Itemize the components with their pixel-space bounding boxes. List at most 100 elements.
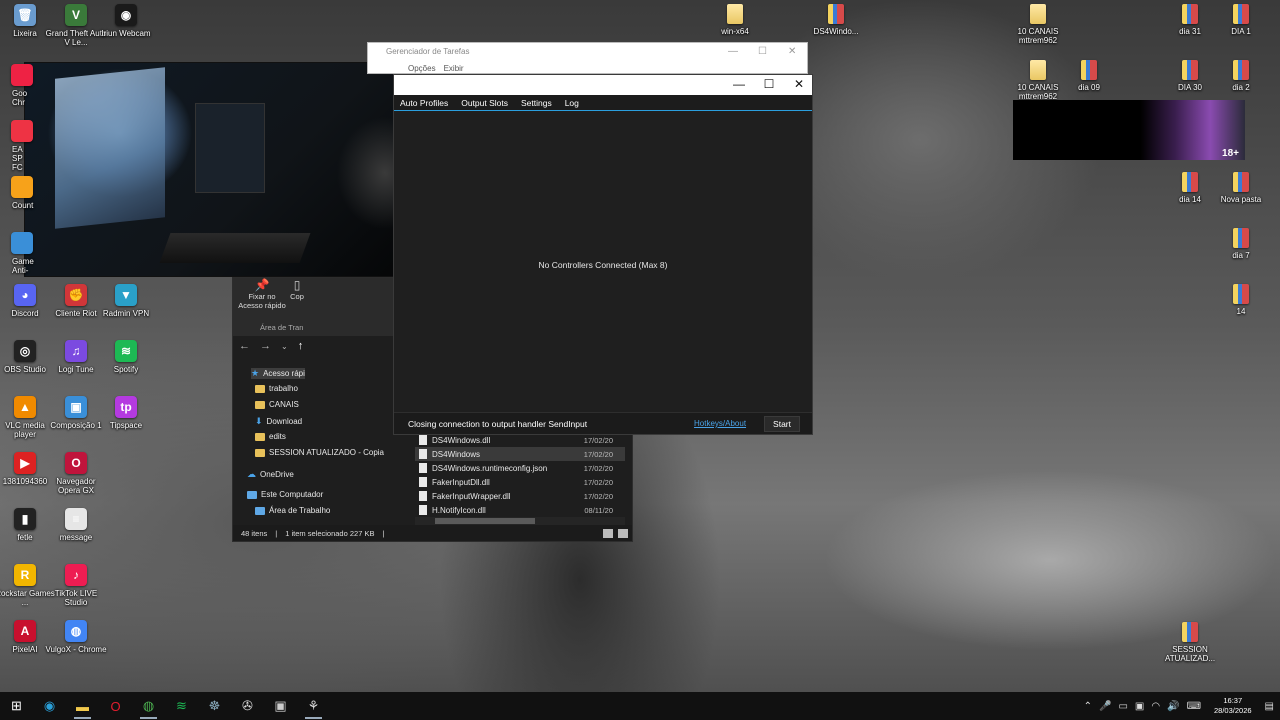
tree-item[interactable]: Área de Trabalho: [255, 506, 330, 515]
desktop-icon-partial[interactable]: Game Anti-: [0, 232, 38, 275]
back-icon[interactable]: ←: [239, 340, 250, 352]
desktop-icon[interactable]: ≋ Spotify: [95, 340, 157, 374]
desktop-icon[interactable]: 10 CANAIS mttrem962: [1007, 4, 1069, 45]
tab-settings[interactable]: Settings: [521, 98, 552, 108]
copy-button[interactable]: ▯ Cop: [289, 279, 305, 301]
clipboard-group-label: Área de Tran: [260, 323, 304, 332]
forward-icon[interactable]: →: [260, 340, 271, 352]
rockstar-icon[interactable]: ✇: [231, 692, 264, 720]
maximize-icon[interactable]: ☐: [754, 77, 784, 91]
language-icon[interactable]: ⌨: [1187, 701, 1201, 712]
microphone-icon[interactable]: 🎤: [1099, 701, 1111, 712]
desktop-icon-label: 10 CANAIS mttrem962: [1017, 27, 1059, 45]
tree-item[interactable]: SESSION ATUALIZADO - Copia: [255, 448, 384, 457]
clock[interactable]: 16:37 28/03/2026: [1214, 696, 1252, 716]
desktop-icon[interactable]: ◍ VulgoX - Chrome: [45, 620, 107, 654]
menu-view[interactable]: Exibir: [444, 64, 464, 73]
desktop-icon[interactable]: 14: [1210, 284, 1272, 316]
tree-item[interactable]: Este Computador: [247, 490, 323, 499]
desktop-icon-partial[interactable]: EA SP FC: [0, 120, 38, 172]
tree-item[interactable]: trabalho: [255, 384, 298, 393]
pixelai-icon: A: [14, 620, 36, 642]
tree-item[interactable]: ★ Acesso rápi: [251, 368, 305, 379]
file-row[interactable]: FakerInputWrapper.dll 17/02/20: [415, 489, 625, 503]
desktop-icon[interactable]: DS4Windo...: [805, 4, 867, 36]
logi-tune-icon: ♫: [65, 340, 87, 362]
tree-item[interactable]: ☁ OneDrive: [247, 469, 294, 480]
tree-item[interactable]: edits: [255, 432, 286, 441]
desktop-icon[interactable]: O Navegador Opera GX: [45, 452, 107, 495]
spotify-icon[interactable]: ≋: [165, 692, 198, 720]
edge-icon[interactable]: ◉: [33, 692, 66, 720]
close-icon[interactable]: ✕: [788, 46, 796, 57]
up-icon[interactable]: ↑: [298, 340, 304, 352]
tiles-view-icon[interactable]: [618, 529, 628, 538]
file-row[interactable]: DS4Windows.runtimeconfig.json 17/02/20: [415, 461, 625, 475]
desktop-icon-label: 14: [1236, 307, 1246, 316]
file-row[interactable]: FakerInputDll.dll 17/02/20: [415, 475, 625, 489]
tree-item[interactable]: CANAIS: [255, 400, 299, 409]
opera-icon[interactable]: O: [99, 692, 132, 720]
file-date: 17/02/20: [583, 435, 613, 445]
chrome-icon[interactable]: ◍: [132, 692, 165, 720]
scroll-thumb[interactable]: [435, 518, 535, 524]
steam-icon[interactable]: ☸: [198, 692, 231, 720]
desktop-icon[interactable]: ♪ TikTok LIVE Studio: [45, 564, 107, 607]
tree-item[interactable]: ⬇ Download: [255, 416, 302, 427]
file-icon: [419, 463, 427, 473]
file-row[interactable]: H.NotifyIcon.dll 08/11/20: [415, 503, 625, 517]
menu-options[interactable]: Opções: [408, 64, 436, 73]
windows-start-icon[interactable]: ⊞: [0, 692, 33, 720]
file-date: 17/02/20: [583, 477, 613, 487]
desktop-icon[interactable]: Nova pasta: [1210, 172, 1272, 204]
desktop-icon[interactable]: tp Tipspace: [95, 396, 157, 430]
task-manager-window[interactable]: Gerenciador de Tarefas Opções Exibir — ☐…: [367, 42, 808, 74]
network-icon[interactable]: ▭: [1118, 701, 1127, 712]
hotkeys-about-link[interactable]: Hotkeys/About: [694, 419, 746, 428]
minimize-icon[interactable]: —: [724, 77, 754, 91]
volume-icon[interactable]: 🔊: [1167, 701, 1179, 712]
zip-icon: [1182, 60, 1198, 80]
file-row[interactable]: DS4Windows.dll 17/02/20: [415, 433, 625, 447]
tab-output-slots[interactable]: Output Slots: [461, 98, 508, 108]
desktop-icon-label: dia 09: [1078, 83, 1100, 92]
chevron-down-icon[interactable]: ⌄: [281, 342, 288, 352]
tab-auto-profiles[interactable]: Auto Profiles: [400, 98, 448, 108]
ds4windows-window[interactable]: — ☐ ✕ Auto Profiles Output Slots Setting…: [393, 74, 813, 435]
desktop-icon[interactable]: ◉ Iriun Webcam: [95, 4, 157, 38]
window-icon[interactable]: ▣: [264, 692, 297, 720]
close-icon[interactable]: ✕: [784, 77, 814, 91]
desktop-icon-partial[interactable]: Count: [0, 176, 38, 210]
maximize-icon[interactable]: ☐: [758, 46, 767, 57]
display-icon[interactable]: ▣: [1135, 701, 1144, 712]
horizontal-scrollbar[interactable]: [415, 517, 625, 525]
zip-icon: [1182, 622, 1198, 642]
wifi-icon[interactable]: ◠: [1151, 701, 1160, 712]
desktop-icon[interactable]: SESSION ATUALIZAD...: [1159, 622, 1221, 663]
ds4windows-icon[interactable]: ⚘: [297, 692, 330, 720]
desktop-icon[interactable]: DIA 1: [1210, 4, 1272, 36]
desktop-icon[interactable]: dia 09: [1058, 60, 1120, 92]
pin-quick-access-button[interactable]: 📌 Fixar no Acesso rápido: [237, 279, 287, 310]
file-row[interactable]: DS4Windows 17/02/20: [415, 447, 625, 461]
notifications-icon[interactable]: ▤: [1265, 701, 1274, 712]
start-button[interactable]: Start: [764, 415, 800, 432]
desktop-icon[interactable]: dia 2: [1210, 60, 1272, 92]
details-view-icon[interactable]: [603, 529, 613, 538]
zip-icon: [1233, 60, 1249, 80]
desktop-icon[interactable]: win-x64: [704, 4, 766, 36]
file-name: FakerInputWrapper.dll: [432, 491, 511, 501]
tab-log[interactable]: Log: [565, 98, 579, 108]
taskbar: ⊞ ◉ ▬ O ◍ ≋ ☸ ✇ ▣ ⚘ ⌃ 🎤 ▭ ▣ ◠ 🔊 ⌨ 16:37 28/03/202…: [0, 692, 1280, 720]
ad-preview[interactable]: 18+: [1013, 100, 1245, 160]
desktop-icon-partial[interactable]: Goo Chr: [0, 64, 38, 107]
file-explorer-icon[interactable]: ▬: [66, 692, 99, 720]
ds4-titlebar[interactable]: — ☐ ✕: [394, 75, 812, 95]
desktop-icon[interactable]: dia 7: [1210, 228, 1272, 260]
minimize-icon[interactable]: —: [728, 46, 738, 57]
chevron-up-icon[interactable]: ⌃: [1084, 701, 1092, 712]
desktop-icon-label: dia 31: [1179, 27, 1201, 36]
desktop-icon[interactable]: ≡ message: [45, 508, 107, 542]
desktop-icon[interactable]: ▼ Radmin VPN: [95, 284, 157, 318]
tree-item-label: Área de Trabalho: [269, 506, 331, 515]
